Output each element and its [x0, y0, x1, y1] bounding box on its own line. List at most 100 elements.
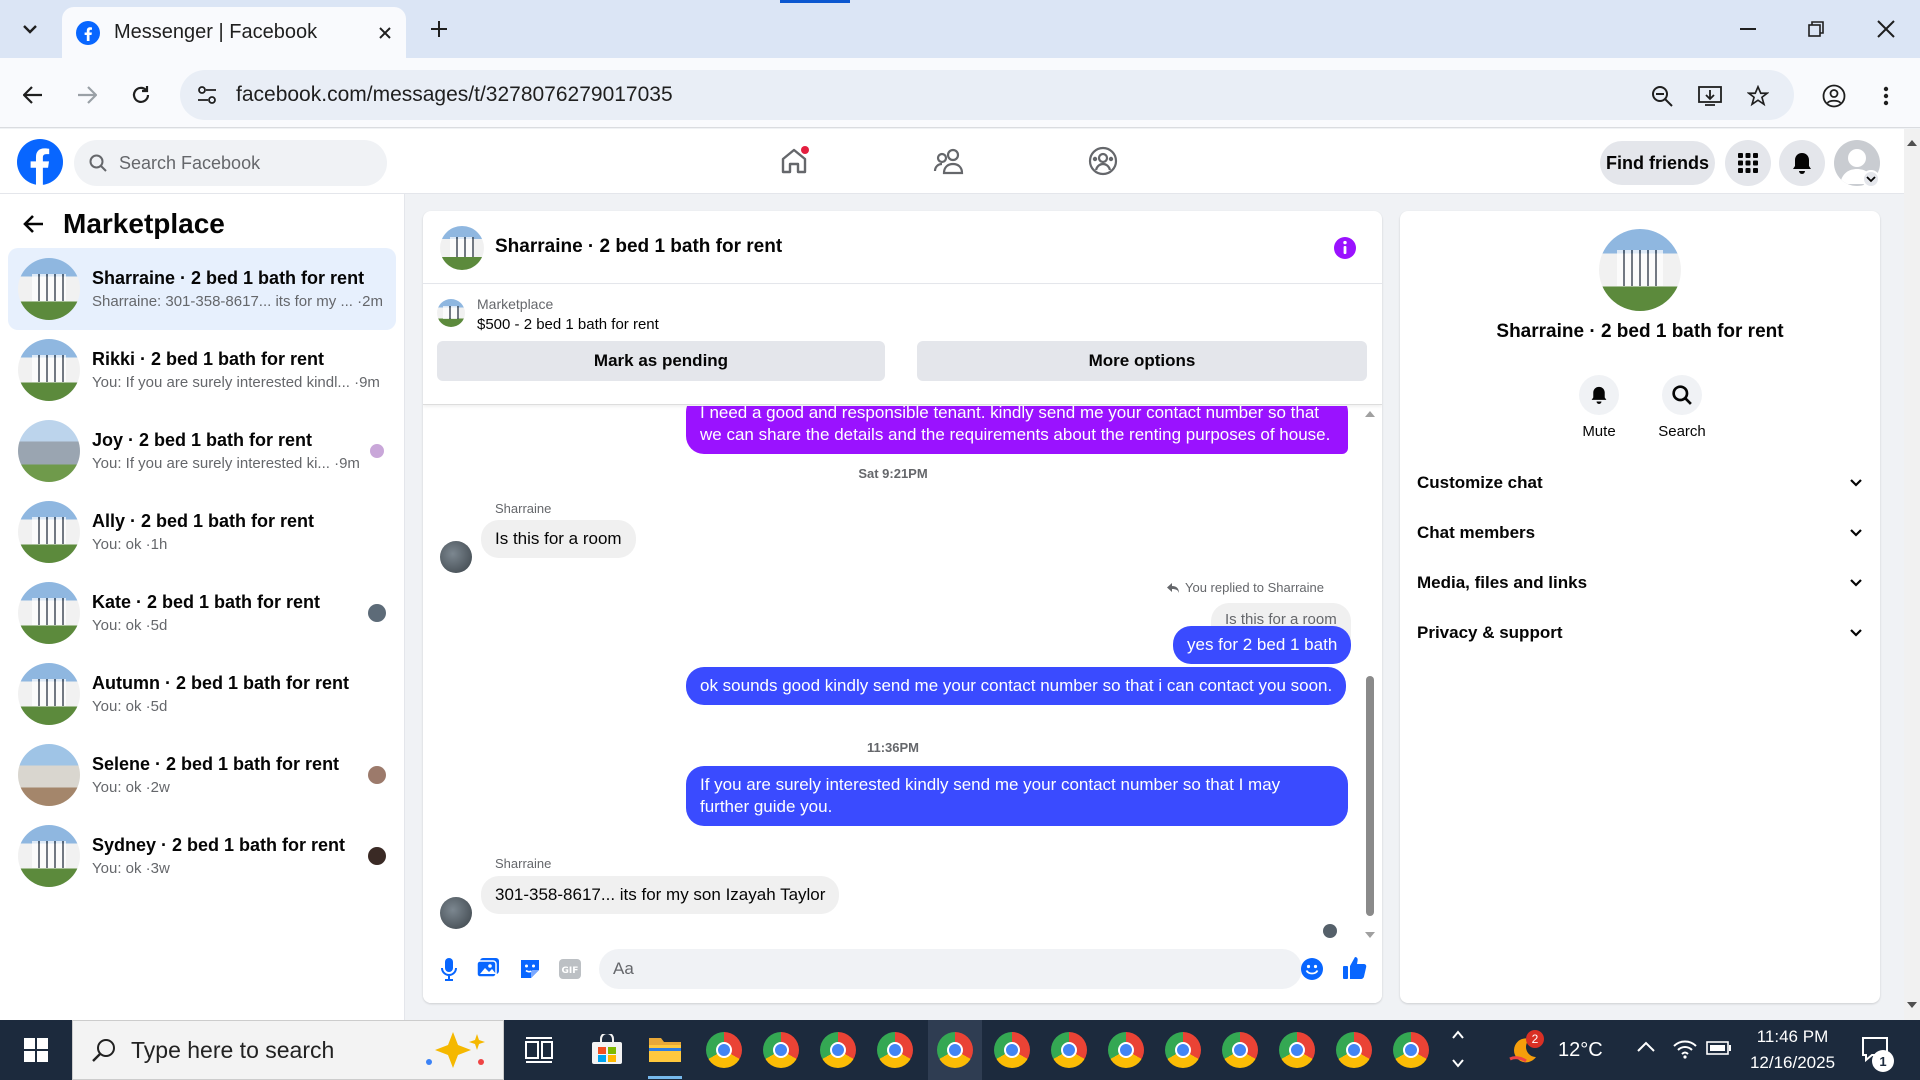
scroll-down-icon[interactable]: [1363, 930, 1377, 940]
notifications-button[interactable]: [1779, 140, 1825, 186]
conversation-item[interactable]: Selene · 2 bed 1 bath for rent You: ok ·2…: [8, 734, 396, 816]
kebab-menu-icon: [1883, 86, 1889, 106]
search-label: Search: [1658, 423, 1706, 440]
message-bubble-incoming[interactable]: 301-358-8617... its for my son Izayah Ta…: [481, 876, 840, 914]
taskbar-search-box[interactable]: Type here to search: [72, 1020, 504, 1080]
emoji-button[interactable]: [1300, 957, 1324, 981]
emoji-icon: [1301, 958, 1323, 980]
mark-as-pending-button[interactable]: Mark as pending: [437, 341, 885, 381]
gif-button[interactable]: GIF: [558, 958, 582, 980]
thread-scrollbar[interactable]: [1363, 406, 1377, 943]
conversation-item[interactable]: Ally · 2 bed 1 bath for rent You: ok ·1h: [8, 491, 396, 573]
conversation-item[interactable]: Joy · 2 bed 1 bath for rent You: If you a…: [8, 410, 396, 492]
profile-button[interactable]: [1818, 80, 1850, 112]
show-hidden-icons-button[interactable]: [1636, 1040, 1656, 1054]
nav-friends[interactable]: [933, 147, 965, 175]
chrome-active-taskbar-icon[interactable]: [937, 1032, 973, 1068]
chat-avatar[interactable]: [440, 226, 484, 270]
bookmark-button[interactable]: [1744, 82, 1772, 110]
scroll-thumb[interactable]: [1366, 676, 1374, 916]
sender-avatar[interactable]: [440, 897, 472, 929]
browser-menu-button[interactable]: [1876, 80, 1896, 112]
back-button[interactable]: [16, 78, 50, 112]
scroll-down-icon[interactable]: [1904, 999, 1920, 1011]
facebook-search-input[interactable]: Search Facebook: [74, 140, 387, 186]
nav-groups[interactable]: [1088, 146, 1118, 176]
message-bubble-incoming[interactable]: Is this for a room: [481, 520, 636, 558]
voice-clip-button[interactable]: [440, 957, 458, 981]
system-clock[interactable]: 11:46 PM 12/16/2025: [1730, 1024, 1855, 1076]
chrome-taskbar-icon[interactable]: [706, 1032, 742, 1068]
chrome-profile-taskbar-icon[interactable]: [1222, 1032, 1258, 1068]
like-button[interactable]: [1342, 955, 1368, 981]
restore-button[interactable]: [1796, 14, 1836, 44]
chrome-profile-taskbar-icon[interactable]: [994, 1032, 1030, 1068]
start-button[interactable]: [14, 1032, 58, 1068]
new-tab-button[interactable]: [424, 14, 454, 44]
tab-search-button[interactable]: [10, 12, 50, 46]
info-panel-name[interactable]: Sharraine · 2 bed 1 bath for rent: [1400, 321, 1880, 343]
site-info-button[interactable]: [194, 82, 220, 108]
media-files-links-section[interactable]: Media, files and links: [1417, 563, 1863, 603]
conversation-item[interactable]: Autumn · 2 bed 1 bath for rent You: ok ·5…: [8, 653, 396, 735]
page-scrollbar[interactable]: [1904, 129, 1920, 1020]
find-friends-button[interactable]: Find friends: [1600, 141, 1715, 185]
chrome-profile-taskbar-icon[interactable]: [1393, 1032, 1429, 1068]
chrome-profile-taskbar-icon[interactable]: [1051, 1032, 1087, 1068]
chat-title[interactable]: Sharraine · 2 bed 1 bath for rent: [495, 236, 782, 258]
chrome-profile-taskbar-icon[interactable]: [1336, 1032, 1372, 1068]
menu-button[interactable]: [1725, 140, 1771, 186]
chrome-profile-taskbar-icon[interactable]: [1165, 1032, 1201, 1068]
listing-title[interactable]: $500 - 2 bed 1 bath for rent: [477, 316, 659, 333]
mute-button[interactable]: Mute: [1576, 375, 1622, 440]
facebook-logo-button[interactable]: [17, 139, 63, 185]
message-thread[interactable]: I need a good and responsible tenant. ki…: [423, 406, 1363, 943]
zoom-button[interactable]: [1648, 82, 1676, 110]
profile-picture[interactable]: [1599, 229, 1681, 311]
close-window-button[interactable]: [1866, 14, 1906, 44]
weather-widget[interactable]: 12°C: [1506, 1030, 1603, 1070]
conversation-item[interactable]: Sharraine · 2 bed 1 bath for rent Sharrai…: [8, 248, 396, 330]
battery-icon-button[interactable]: [1706, 1040, 1732, 1056]
search-in-conversation-button[interactable]: Search: [1654, 375, 1710, 440]
taskbar-overflow-scroll[interactable]: [1450, 1024, 1466, 1074]
chrome-profile-taskbar-icon[interactable]: [1108, 1032, 1144, 1068]
message-bubble-outgoing[interactable]: I need a good and responsible tenant. ki…: [686, 406, 1348, 454]
scroll-up-icon[interactable]: [1904, 137, 1920, 149]
message-bubble-outgoing[interactable]: yes for 2 bed 1 bath: [1173, 626, 1352, 664]
privacy-support-section[interactable]: Privacy & support: [1417, 613, 1863, 653]
install-app-button[interactable]: [1696, 82, 1724, 110]
conversation-item[interactable]: Kate · 2 bed 1 bath for rent You: ok ·5d: [8, 572, 396, 654]
conversation-item[interactable]: Sydney · 2 bed 1 bath for rent You: ok ·3…: [8, 815, 396, 897]
chrome-profile-taskbar-icon[interactable]: [763, 1032, 799, 1068]
minimize-button[interactable]: [1728, 14, 1768, 44]
account-dropdown[interactable]: [1862, 170, 1880, 188]
task-view-button[interactable]: [524, 1036, 554, 1064]
listing-thumbnail[interactable]: [437, 299, 465, 327]
microsoft-store-button[interactable]: [590, 1034, 624, 1066]
conversation-item[interactable]: Rikki · 2 bed 1 bath for rent You: If you…: [8, 329, 396, 411]
attach-media-button[interactable]: [476, 957, 500, 979]
message-input[interactable]: Aa: [599, 949, 1302, 989]
customize-chat-section[interactable]: Customize chat: [1417, 463, 1863, 503]
message-bubble-outgoing[interactable]: ok sounds good kindly send me your conta…: [686, 667, 1347, 705]
chrome-profile-taskbar-icon[interactable]: [1279, 1032, 1315, 1068]
reload-button[interactable]: [124, 78, 158, 112]
message-bubble-outgoing[interactable]: If you are surely interested kindly send…: [686, 766, 1348, 826]
sticker-button[interactable]: [518, 957, 542, 981]
more-options-button[interactable]: More options: [917, 341, 1367, 381]
chrome-profile-taskbar-icon[interactable]: [877, 1032, 913, 1068]
chat-members-section[interactable]: Chat members: [1417, 513, 1863, 553]
file-explorer-button[interactable]: [648, 1034, 682, 1064]
chrome-profile-taskbar-icon[interactable]: [820, 1032, 856, 1068]
nav-home[interactable]: [779, 146, 809, 176]
back-to-chats-button[interactable]: [22, 212, 46, 236]
url-text[interactable]: facebook.com/messages/t/3278076279017035: [236, 70, 673, 120]
network-icon-button[interactable]: [1672, 1036, 1698, 1060]
forward-button[interactable]: [70, 78, 104, 112]
sender-avatar[interactable]: [440, 541, 472, 573]
browser-tab[interactable]: Messenger | Facebook: [62, 7, 406, 58]
scroll-up-icon[interactable]: [1363, 409, 1377, 419]
close-tab-icon[interactable]: [378, 26, 392, 40]
conversation-info-button[interactable]: [1333, 236, 1357, 260]
